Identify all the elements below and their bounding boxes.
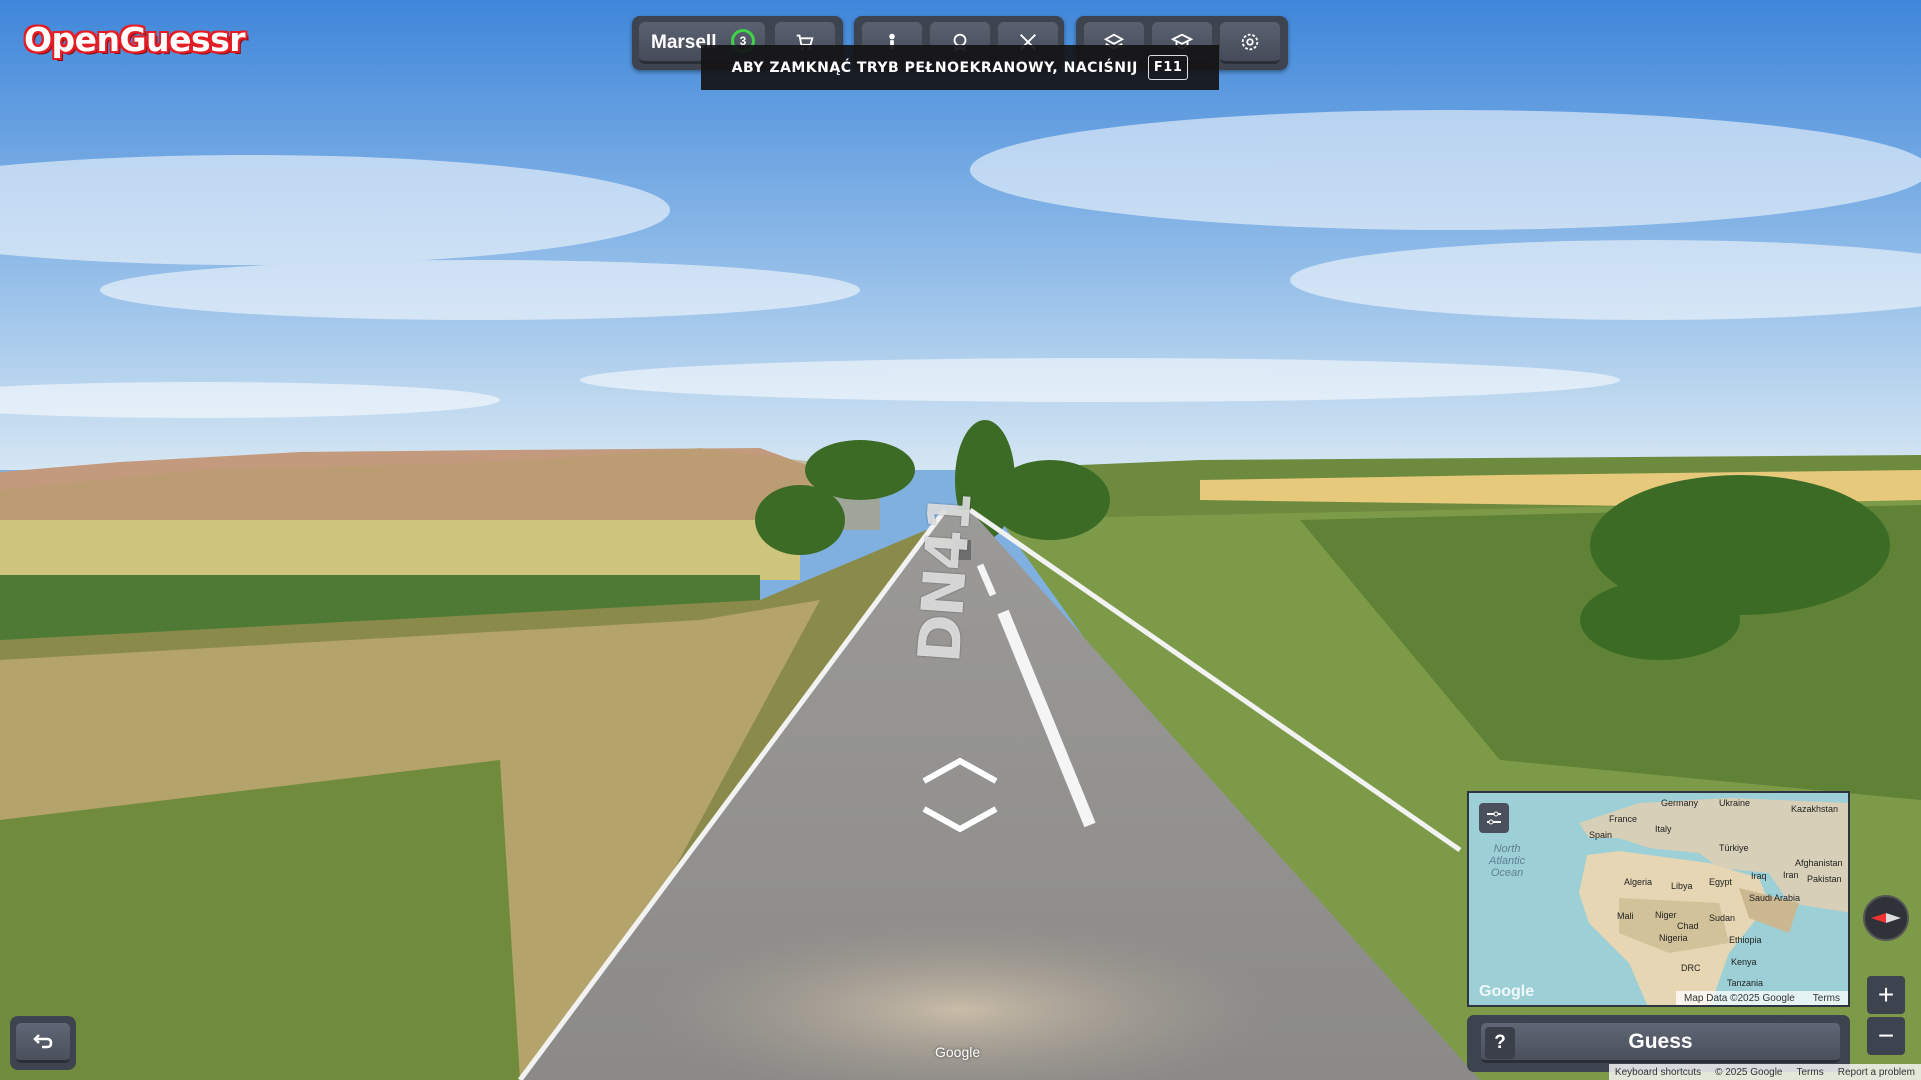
map-label: Italy bbox=[1655, 824, 1672, 834]
fullscreen-notice-text: ABY ZAMKNĄĆ TRYB PEŁNOEKRANOWY, NACIŚNIJ bbox=[731, 59, 1138, 76]
terms-link[interactable]: Terms bbox=[1797, 1067, 1824, 1078]
map-label: France bbox=[1609, 814, 1638, 824]
fullscreen-notice: ABY ZAMKNĄĆ TRYB PEŁNOEKRANOWY, NACIŚNIJ… bbox=[701, 45, 1219, 90]
map-label: Afghanistan bbox=[1795, 858, 1843, 868]
map-label: Saudi Arabia bbox=[1749, 893, 1801, 903]
map-ocean-label: North Atlantic Ocean bbox=[1489, 843, 1526, 879]
map-label: Algeria bbox=[1624, 877, 1653, 887]
map-attribution: Map Data ©2025 Google Terms bbox=[1675, 991, 1848, 1005]
return-to-start-button[interactable] bbox=[10, 1016, 76, 1070]
guess-button[interactable]: Guess bbox=[1481, 1023, 1840, 1063]
map-label: Niger bbox=[1655, 910, 1677, 920]
move-forward-arrow[interactable] bbox=[920, 755, 1000, 785]
map-label: DRC bbox=[1681, 963, 1701, 973]
map-label: Tanzania bbox=[1727, 978, 1764, 988]
map-label: Pakistan bbox=[1807, 874, 1842, 884]
map-label: Nigeria bbox=[1659, 933, 1688, 943]
page-attribution: Keyboard shortcuts © 2025 Google Terms R… bbox=[1608, 1064, 1921, 1080]
return-button-face bbox=[16, 1023, 70, 1063]
guess-minimap[interactable]: North Atlantic Ocean Germany Ukraine Kazak… bbox=[1467, 791, 1850, 1007]
map-label: Ukraine bbox=[1719, 798, 1751, 808]
report-problem-link[interactable]: Report a problem bbox=[1838, 1067, 1915, 1078]
gear-icon bbox=[1241, 33, 1259, 50]
sliders-icon bbox=[1487, 811, 1501, 825]
move-backward-arrow[interactable] bbox=[920, 805, 1000, 835]
map-terms-link[interactable]: Terms bbox=[1813, 993, 1840, 1004]
fullscreen-key-hint: F11 bbox=[1147, 55, 1189, 80]
settings-button[interactable] bbox=[1220, 22, 1280, 64]
map-label: Sudan bbox=[1709, 913, 1736, 923]
compass[interactable] bbox=[1863, 895, 1909, 941]
map-label: Kenya bbox=[1731, 957, 1757, 967]
map-data-text: Map Data ©2025 Google bbox=[1683, 992, 1795, 1004]
map-label: Kazakhstan bbox=[1791, 804, 1839, 814]
zoom-in-button[interactable]: + bbox=[1867, 976, 1905, 1014]
keyboard-shortcuts-link[interactable]: Keyboard shortcuts bbox=[1615, 1067, 1701, 1078]
map-options-button[interactable] bbox=[1479, 803, 1509, 833]
map-label: Chad bbox=[1677, 921, 1699, 931]
map-label: Spain bbox=[1589, 830, 1613, 840]
map-label: Libya bbox=[1671, 881, 1693, 891]
compass-needle-icon bbox=[1871, 913, 1901, 923]
app-logo[interactable]: OpenGuessr bbox=[24, 20, 246, 59]
undo-arrow-icon bbox=[33, 1033, 53, 1048]
google-watermark: Google bbox=[935, 1044, 981, 1060]
map-label: Egypt bbox=[1709, 877, 1733, 887]
map-label: Türkiye bbox=[1719, 843, 1749, 853]
road-name-label: DN41 bbox=[905, 491, 985, 665]
zoom-out-button[interactable]: − bbox=[1867, 1017, 1905, 1055]
map-label: Iran bbox=[1783, 870, 1799, 880]
map-label: Mali bbox=[1617, 911, 1634, 921]
map-label: Ethiopia bbox=[1729, 935, 1762, 945]
map-label: Iraq bbox=[1751, 871, 1767, 881]
google-logo: Google bbox=[1479, 983, 1535, 1000]
map-label: Germany bbox=[1661, 798, 1699, 808]
help-button[interactable]: ? bbox=[1485, 1027, 1515, 1059]
copyright-text: © 2025 Google bbox=[1715, 1066, 1783, 1078]
